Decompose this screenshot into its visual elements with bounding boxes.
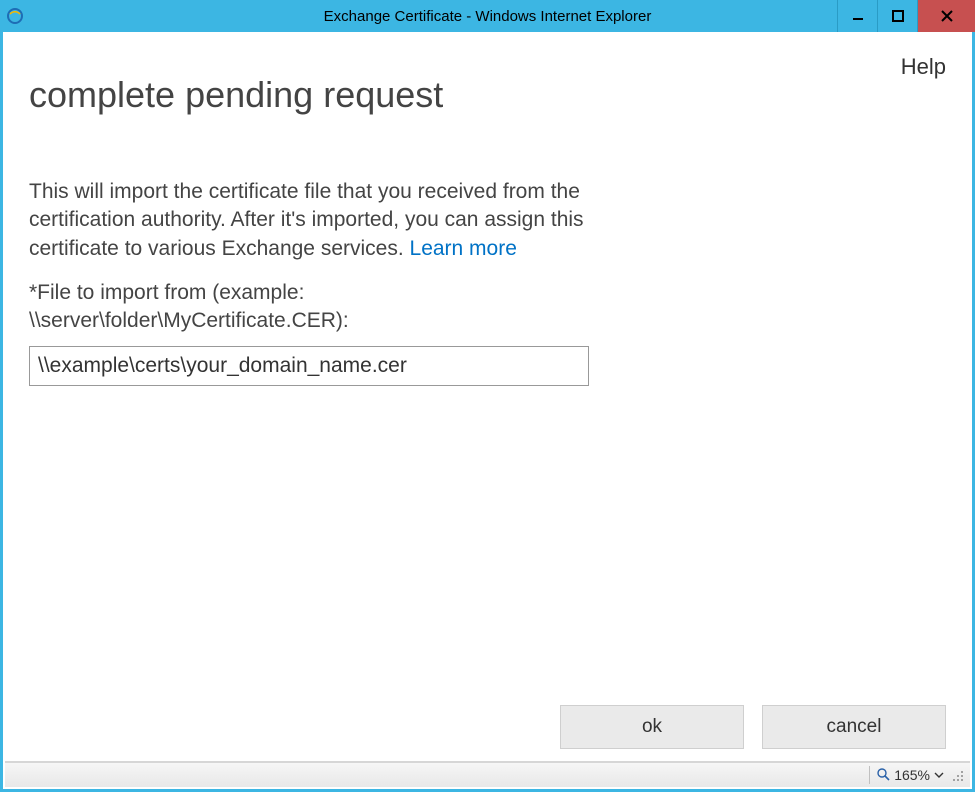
minimize-button[interactable] xyxy=(837,0,877,32)
status-bar: 165% xyxy=(5,761,970,787)
status-separator xyxy=(869,766,870,784)
dialog-content: Help complete pending request This will … xyxy=(5,32,970,761)
magnifier-icon xyxy=(876,767,890,784)
resize-grip-icon[interactable] xyxy=(950,768,964,782)
maximize-button[interactable] xyxy=(877,0,917,32)
window-controls xyxy=(837,0,975,32)
button-bar: ok cancel xyxy=(29,705,946,761)
content-wrap: Help complete pending request This will … xyxy=(3,32,972,789)
page-title: complete pending request xyxy=(29,74,946,116)
dialog-window: Exchange Certificate - Windows Internet … xyxy=(0,0,975,792)
ie-icon xyxy=(6,7,24,25)
ok-button[interactable]: ok xyxy=(560,705,744,749)
file-path-input[interactable] xyxy=(29,346,589,386)
chevron-down-icon xyxy=(934,767,944,783)
window-title: Exchange Certificate - Windows Internet … xyxy=(0,8,975,25)
zoom-level: 165% xyxy=(894,767,930,783)
learn-more-link[interactable]: Learn more xyxy=(410,237,517,260)
cancel-button[interactable]: cancel xyxy=(762,705,946,749)
file-input-label: *File to import from (example: \\server\… xyxy=(29,279,589,336)
description-text: This will import the certificate file th… xyxy=(29,178,589,263)
window-titlebar[interactable]: Exchange Certificate - Windows Internet … xyxy=(0,0,975,32)
zoom-control[interactable]: 165% xyxy=(876,767,944,784)
close-button[interactable] xyxy=(917,0,975,32)
help-link[interactable]: Help xyxy=(901,54,946,80)
